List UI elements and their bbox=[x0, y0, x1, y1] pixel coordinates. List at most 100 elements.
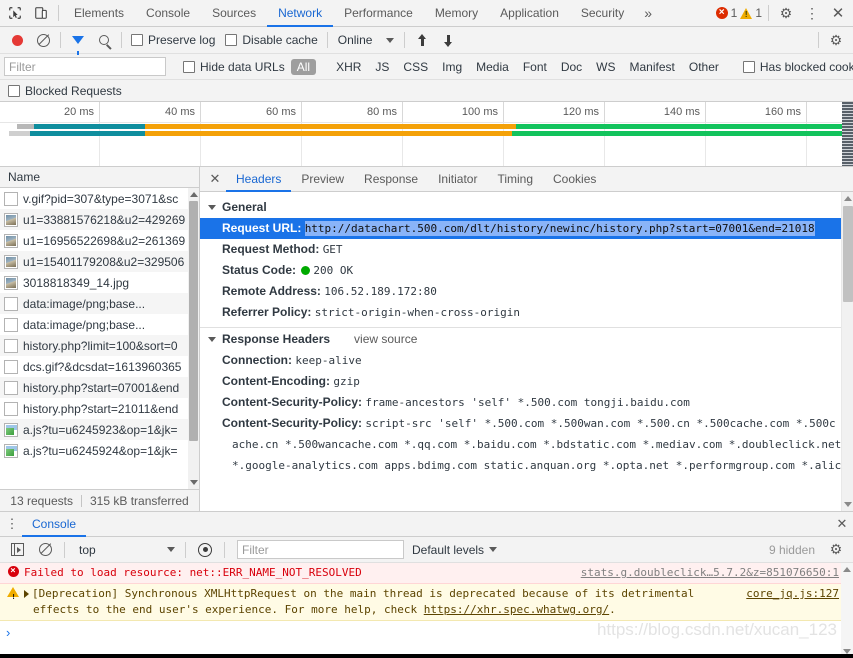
tab-preview[interactable]: Preview bbox=[291, 168, 354, 192]
view-source-link[interactable]: view source bbox=[354, 332, 417, 346]
scroll-up-icon[interactable] bbox=[843, 567, 851, 572]
request-list-header[interactable]: Name bbox=[0, 167, 199, 188]
table-row[interactable]: data:image/png;base... bbox=[0, 293, 199, 314]
network-settings-button[interactable]: ⚙ bbox=[823, 28, 849, 52]
clear-button[interactable] bbox=[30, 28, 56, 52]
log-levels-select[interactable]: Default levels bbox=[412, 543, 497, 557]
issue-counters[interactable]: × 1 1 bbox=[716, 6, 764, 20]
console-filter-input[interactable] bbox=[237, 540, 404, 559]
message-source-link[interactable]: stats.g.doubleclick…5.7.2&z=851076650:1 bbox=[581, 565, 839, 581]
type-filter-manifest[interactable]: Manifest bbox=[624, 59, 681, 75]
import-har-button[interactable] bbox=[409, 28, 435, 52]
drawer-menu-kebab-icon[interactable]: ⋮ bbox=[2, 520, 22, 528]
table-row[interactable]: u1=15401179208&u2=329506 bbox=[0, 251, 199, 272]
table-row[interactable]: 3018818349_14.jpg bbox=[0, 272, 199, 293]
tab-timing[interactable]: Timing bbox=[487, 168, 543, 192]
hide-data-urls-checkbox[interactable]: Hide data URLs bbox=[183, 60, 285, 74]
table-row[interactable]: u1=16956522698&u2=261369 bbox=[0, 230, 199, 251]
response-headers-section-header[interactable]: Response Headers view source bbox=[200, 328, 853, 350]
type-filter-font[interactable]: Font bbox=[517, 59, 553, 75]
request-list-scrollbar[interactable] bbox=[188, 188, 199, 489]
table-row[interactable]: data:image/png;base... bbox=[0, 314, 199, 335]
type-filter-doc[interactable]: Doc bbox=[555, 59, 588, 75]
tab-console-drawer[interactable]: Console bbox=[22, 513, 86, 537]
console-prompt[interactable]: › bbox=[0, 621, 853, 644]
filter-input[interactable] bbox=[4, 57, 166, 76]
execution-context-select[interactable]: top bbox=[71, 543, 179, 557]
record-button[interactable] bbox=[4, 28, 30, 52]
console-error-message[interactable]: × Failed to load resource: net::ERR_NAME… bbox=[0, 563, 853, 584]
tab-headers[interactable]: Headers bbox=[226, 168, 291, 192]
has-blocked-cookies-checkbox[interactable]: Has blocked cookies bbox=[743, 60, 853, 74]
filter-toggle-button[interactable] bbox=[65, 28, 91, 52]
table-row[interactable]: dcs.gif?&dcsdat=1613960365 bbox=[0, 356, 199, 377]
search-button[interactable] bbox=[91, 28, 117, 52]
tab-security[interactable]: Security bbox=[570, 1, 635, 27]
console-sidebar-toggle-button[interactable] bbox=[4, 538, 30, 562]
whatwg-spec-link[interactable]: https://xhr.spec.whatwg.org/ bbox=[424, 603, 609, 616]
table-row[interactable]: history.php?start=21011&end bbox=[0, 398, 199, 419]
network-overview[interactable]: 20 ms 40 ms 60 ms 80 ms 100 ms 120 ms 14… bbox=[0, 102, 853, 167]
general-section-header[interactable]: General bbox=[200, 196, 853, 218]
live-expression-button[interactable] bbox=[192, 538, 218, 562]
table-row[interactable]: history.php?limit=100&sort=0 bbox=[0, 335, 199, 356]
close-detail-icon[interactable]: ✕ bbox=[204, 171, 226, 187]
close-devtools-icon[interactable]: ✕ bbox=[825, 1, 851, 25]
response-header-row[interactable]: Connection: keep-alive bbox=[200, 350, 853, 371]
tab-console[interactable]: Console bbox=[135, 1, 201, 27]
type-filter-ws[interactable]: WS bbox=[590, 59, 621, 75]
scroll-down-icon[interactable] bbox=[844, 502, 852, 507]
console-warning-message[interactable]: [Deprecation] Synchronous XMLHttpRequest… bbox=[0, 584, 853, 621]
table-row[interactable]: u1=33881576218&u2=429269 bbox=[0, 209, 199, 230]
type-filter-media[interactable]: Media bbox=[470, 59, 515, 75]
settings-gear-icon[interactable]: ⚙ bbox=[773, 1, 799, 25]
console-settings-button[interactable]: ⚙ bbox=[823, 538, 849, 562]
tab-response[interactable]: Response bbox=[354, 168, 428, 192]
expand-arrow-icon[interactable] bbox=[24, 590, 29, 598]
disable-cache-checkbox[interactable]: Disable cache bbox=[225, 33, 317, 47]
main-menu-kebab-icon[interactable]: ⋮ bbox=[799, 1, 825, 25]
tab-cookies[interactable]: Cookies bbox=[543, 168, 606, 192]
table-row[interactable]: history.php?start=07001&end bbox=[0, 377, 199, 398]
type-filter-css[interactable]: CSS bbox=[397, 59, 434, 75]
close-drawer-icon[interactable]: ✕ bbox=[831, 516, 853, 532]
type-filter-all[interactable]: All bbox=[291, 59, 316, 75]
response-header-row[interactable]: Content-Security-Policy: frame-ancestors… bbox=[200, 392, 853, 413]
tab-network[interactable]: Network bbox=[267, 1, 333, 27]
remote-address-row[interactable]: Remote Address: 106.52.189.172:80 bbox=[200, 281, 853, 302]
console-messages[interactable]: × Failed to load resource: net::ERR_NAME… bbox=[0, 563, 853, 658]
response-header-row[interactable]: Content-Encoding: gzip bbox=[200, 371, 853, 392]
tab-elements[interactable]: Elements bbox=[63, 1, 135, 27]
request-list-body[interactable]: v.gif?pid=307&type=3071&sc u1=3388157621… bbox=[0, 188, 199, 489]
status-code-row[interactable]: Status Code: 200 OK bbox=[200, 260, 853, 281]
tab-performance[interactable]: Performance bbox=[333, 1, 424, 27]
request-method-row[interactable]: Request Method: GET bbox=[200, 239, 853, 260]
tab-memory[interactable]: Memory bbox=[424, 1, 489, 27]
overview-right-handle[interactable] bbox=[842, 102, 853, 166]
table-row[interactable]: a.js?tu=u6245923&op=1&jk= bbox=[0, 419, 199, 440]
throttling-select[interactable]: Online bbox=[338, 33, 395, 47]
table-row[interactable]: v.gif?pid=307&type=3071&sc bbox=[0, 188, 199, 209]
type-filter-js[interactable]: JS bbox=[369, 59, 395, 75]
tab-application[interactable]: Application bbox=[489, 1, 570, 27]
inspect-element-icon[interactable] bbox=[2, 1, 28, 25]
message-source-link[interactable]: core_jq.js:127 bbox=[746, 586, 839, 602]
preserve-log-checkbox[interactable]: Preserve log bbox=[131, 33, 215, 47]
detail-scrollbar[interactable] bbox=[841, 192, 853, 511]
referrer-policy-row[interactable]: Referrer Policy: strict-origin-when-cros… bbox=[200, 302, 853, 323]
response-header-row[interactable]: Content-Security-Policy: script-src 'sel… bbox=[200, 413, 853, 434]
device-toolbar-icon[interactable] bbox=[28, 1, 54, 25]
type-filter-img[interactable]: Img bbox=[436, 59, 468, 75]
clear-console-button[interactable] bbox=[32, 538, 58, 562]
blocked-requests-checkbox[interactable]: Blocked Requests bbox=[8, 84, 122, 98]
scroll-up-icon[interactable] bbox=[844, 196, 852, 201]
export-har-button[interactable] bbox=[435, 28, 461, 52]
tab-initiator[interactable]: Initiator bbox=[428, 168, 487, 192]
type-filter-xhr[interactable]: XHR bbox=[330, 59, 367, 75]
table-row[interactable]: a.js?tu=u6245924&op=1&jk= bbox=[0, 440, 199, 461]
tab-sources[interactable]: Sources bbox=[201, 1, 267, 27]
more-tabs-icon[interactable]: » bbox=[635, 5, 661, 21]
console-scrollbar[interactable] bbox=[841, 563, 853, 658]
request-url-row[interactable]: Request URL: http://datachart.500.com/dl… bbox=[200, 218, 853, 239]
type-filter-other[interactable]: Other bbox=[683, 59, 725, 75]
